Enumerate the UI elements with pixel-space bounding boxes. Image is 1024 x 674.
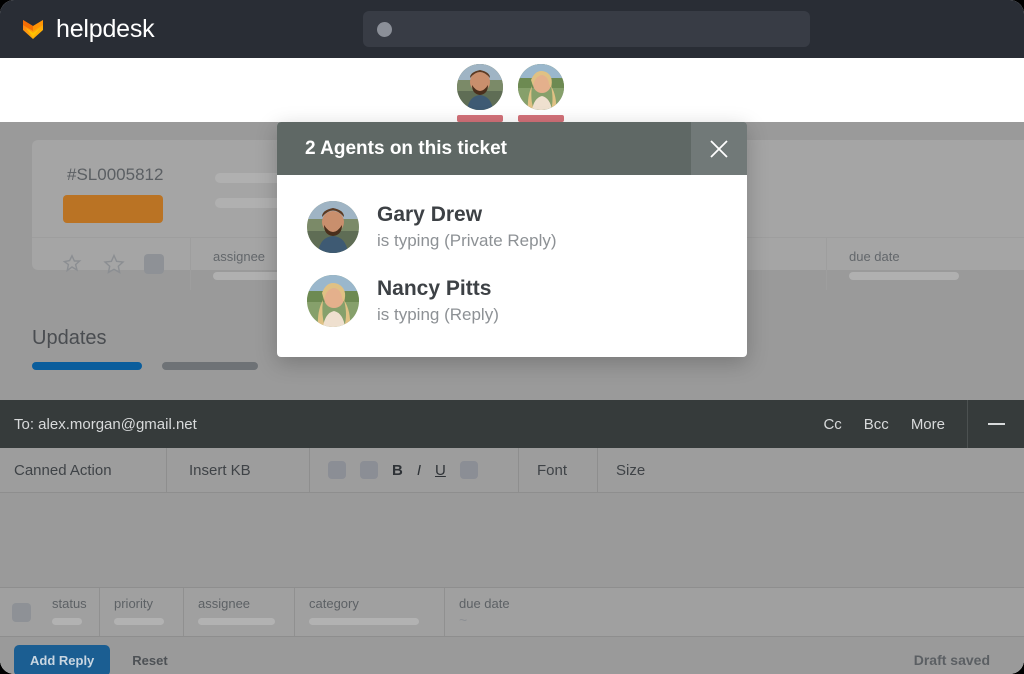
composer-header: To: alex.morgan@gmail.net Cc Bcc More [0, 400, 1024, 448]
property-priority[interactable]: priority [99, 588, 183, 636]
fox-logo-icon [20, 16, 46, 42]
agent-presence-chip[interactable] [457, 64, 503, 122]
font-select[interactable]: Font [519, 448, 598, 492]
agent-info: Nancy Pitts is typing (Reply) [377, 277, 499, 324]
bold-button[interactable]: B [392, 462, 403, 479]
close-icon [710, 139, 728, 158]
agent-status: is typing (Reply) [377, 304, 499, 324]
ticket-actions [32, 252, 190, 276]
reset-button[interactable]: Reset [132, 653, 167, 668]
agent-activity-indicator [518, 115, 564, 122]
insert-kb-label: Insert KB [189, 461, 251, 479]
tab-updates-active-indicator[interactable] [32, 362, 142, 370]
brand-name: helpdesk [56, 14, 155, 43]
property-value-placeholder [309, 618, 419, 625]
more-button[interactable]: More [911, 416, 945, 433]
agent-status: is typing (Private Reply) [377, 230, 557, 250]
avatar [307, 275, 359, 327]
bcc-button[interactable]: Bcc [864, 416, 889, 433]
property-label: category [309, 596, 359, 611]
close-button[interactable] [691, 122, 747, 175]
recipient-to[interactable]: To: alex.morgan@gmail.net [14, 416, 197, 433]
underline-button[interactable]: U [435, 462, 446, 479]
ticket-field-duedate[interactable]: due date [826, 238, 1024, 290]
property-label: due date [459, 596, 510, 611]
canned-action-button[interactable]: Canned Action [0, 448, 167, 492]
format-placeholder-1-icon[interactable] [328, 461, 346, 479]
agent-activity-indicator [457, 115, 503, 122]
star-icon[interactable] [102, 252, 126, 276]
avatar [457, 64, 503, 110]
draft-status: Draft saved [913, 652, 990, 668]
pin-icon[interactable] [60, 252, 84, 276]
property-value-placeholder [52, 618, 82, 625]
agent-info: Gary Drew is typing (Private Reply) [377, 203, 557, 250]
canned-action-label: Canned Action [14, 461, 112, 479]
property-value: ~ [459, 612, 468, 628]
property-value-placeholder [198, 618, 275, 625]
property-label: assignee [198, 596, 251, 611]
format-placeholder-2-icon[interactable] [360, 461, 378, 479]
composer-header-actions: Cc Bcc More [823, 400, 1024, 448]
list-item[interactable]: Gary Drew is typing (Private Reply) [277, 201, 747, 253]
cc-button[interactable]: Cc [823, 416, 841, 433]
list-item[interactable]: Nancy Pitts is typing (Reply) [277, 275, 747, 327]
property-label: status [52, 596, 87, 611]
app-root: helpdesk #SL0005812 assignee due date Up… [0, 0, 1024, 674]
reply-composer: To: alex.morgan@gmail.net Cc Bcc More Ca… [0, 400, 1024, 674]
field-label: due date [849, 249, 900, 264]
checkbox-icon [11, 602, 31, 622]
property-status[interactable]: status [42, 588, 99, 636]
agent-name: Nancy Pitts [377, 277, 492, 301]
ticket-properties-bar: status priority assignee category due da… [0, 587, 1024, 637]
property-category[interactable]: category [294, 588, 444, 636]
font-label: Font [537, 461, 568, 479]
tab-bar [32, 362, 258, 370]
italic-button[interactable]: I [417, 462, 421, 479]
size-select[interactable]: Size [598, 448, 736, 492]
agents-presence-strip [0, 58, 1024, 122]
minimize-button[interactable] [968, 400, 1024, 448]
format-group: B I U [310, 448, 519, 492]
reply-text-editor[interactable] [0, 493, 1024, 587]
minimize-icon [987, 423, 1005, 425]
agent-name: Gary Drew [377, 203, 483, 227]
composer-actions-bar: Add Reply Reset Draft saved [0, 637, 1024, 674]
size-label: Size [616, 461, 646, 479]
add-reply-button[interactable]: Add Reply [14, 644, 111, 674]
modal-header: 2 Agents on this ticket [277, 122, 747, 175]
property-label: priority [114, 596, 154, 611]
format-placeholder-3-icon[interactable] [459, 461, 478, 479]
search-input[interactable] [363, 11, 810, 47]
agent-presence-chip[interactable] [518, 64, 564, 122]
brand[interactable]: helpdesk [20, 14, 155, 44]
field-value-placeholder [849, 272, 959, 280]
tab-secondary-indicator[interactable] [162, 362, 258, 370]
composer-toolbar: Canned Action Insert KB B I U Font Size [0, 448, 1024, 493]
avatar [518, 64, 564, 110]
agents-on-ticket-modal: 2 Agents on this ticket Gary Drew is typ… [277, 122, 747, 357]
property-due-date[interactable]: due date ~ [444, 588, 584, 636]
placeholder-square-icon[interactable] [144, 254, 164, 274]
modal-body: Gary Drew is typing (Private Reply) Nanc… [277, 175, 747, 357]
modal-title: 2 Agents on this ticket [305, 137, 507, 159]
top-navbar: helpdesk [0, 0, 1024, 58]
properties-toggle[interactable] [0, 588, 42, 636]
search-icon [377, 21, 392, 37]
avatar [307, 201, 359, 253]
ticket-id: #SL0005812 [67, 165, 164, 184]
updates-section: Updates [32, 327, 258, 370]
property-assignee[interactable]: assignee [183, 588, 294, 636]
ticket-status-badge [63, 195, 163, 223]
insert-kb-button[interactable]: Insert KB [167, 448, 310, 492]
page-title: Updates [32, 327, 107, 349]
property-value-placeholder [114, 618, 164, 625]
